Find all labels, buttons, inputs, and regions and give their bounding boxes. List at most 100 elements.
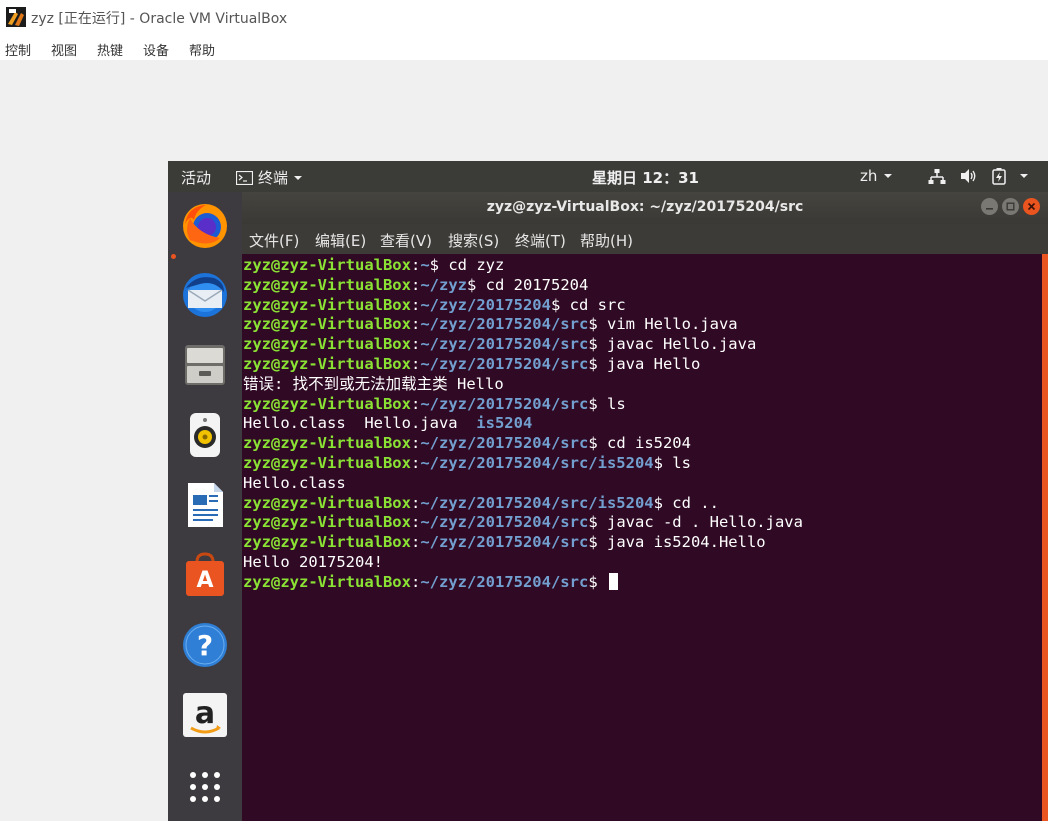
files-icon[interactable]: [180, 340, 230, 390]
input-method-label: zh: [860, 167, 878, 185]
terminal-line: zyz@zyz-VirtualBox:~/zyz/20175204/src/is…: [243, 454, 803, 474]
prompt-symbol: $: [588, 572, 598, 591]
prompt-path: ~/zyz/20175204/src/is5204: [420, 453, 654, 472]
menu-edit[interactable]: 编辑(E): [315, 230, 366, 251]
prompt-separator: :: [410, 354, 421, 373]
command-text: ls: [662, 453, 691, 472]
prompt-path: ~/zyz/20175204: [420, 295, 551, 314]
prompt-path: ~/zyz: [420, 275, 467, 294]
firefox-icon[interactable]: [180, 200, 230, 250]
prompt-path: ~/zyz/20175204/src: [420, 315, 589, 334]
prompt-user: zyz@zyz-VirtualBox: [243, 513, 411, 532]
prompt-path: ~/zyz/20175204/src: [420, 394, 589, 413]
menu-view[interactable]: 查看(V): [380, 230, 432, 251]
menu-search[interactable]: 搜索(S): [448, 230, 499, 251]
host-window-title: zyz [正在运行] - Oracle VM VirtualBox: [31, 11, 288, 27]
command-text: javac -d . Hello.java: [597, 513, 803, 532]
rhythmbox-icon[interactable]: [180, 410, 230, 460]
amazon-icon[interactable]: a: [180, 690, 230, 740]
command-text: cd zyz: [439, 256, 505, 274]
prompt-symbol: $: [429, 256, 440, 274]
activities-button[interactable]: 活动: [181, 167, 211, 188]
input-method-indicator[interactable]: zh: [860, 167, 893, 185]
output-text: Hello.class: [243, 473, 346, 492]
prompt-symbol: $: [467, 275, 477, 294]
svg-text:a: a: [195, 696, 215, 731]
close-button[interactable]: [1023, 198, 1040, 215]
prompt-separator: :: [410, 275, 421, 294]
terminal-output[interactable]: zyz@zyz-VirtualBox:~$ cd zyz zyz@zyz-Virt…: [242, 254, 1042, 821]
terminal-lines: zyz@zyz-VirtualBox:~$ cd zyz zyz@zyz-Virt…: [243, 256, 803, 593]
prompt-path: ~/zyz/20175204/src: [420, 513, 589, 532]
prompt-separator: :: [410, 513, 421, 532]
prompt-symbol: $: [550, 295, 561, 314]
host-menu-view[interactable]: 视图: [51, 40, 77, 59]
terminal-line: zyz@zyz-VirtualBox:~/zyz/20175204/src$ l…: [243, 395, 803, 415]
host-menu-help[interactable]: 帮助: [189, 40, 215, 59]
prompt-symbol: $: [588, 354, 598, 373]
prompt-path: ~/zyz/20175204/src/is5204: [420, 493, 654, 512]
menu-help[interactable]: 帮助(H): [580, 230, 633, 251]
ls-directory: is5204: [476, 414, 533, 433]
terminal-line: zyz@zyz-VirtualBox:~/zyz$ cd 20175204: [243, 276, 803, 296]
app-menu-label: 终端: [258, 169, 289, 187]
volume-icon[interactable]: [960, 168, 978, 184]
terminal-cursor: [609, 572, 618, 590]
prompt-path: ~: [420, 256, 430, 274]
chevron-down-icon: [294, 175, 303, 180]
svg-text:A: A: [196, 568, 213, 593]
command-text: java is5204.Hello: [597, 533, 766, 552]
app-menu-terminal[interactable]: 终端: [236, 167, 303, 188]
ls-files: Hello.class Hello.java: [243, 414, 477, 433]
ubuntu-dock: A ? a: [168, 192, 242, 821]
menu-terminal[interactable]: 终端(T): [515, 230, 566, 251]
prompt-symbol: $: [653, 493, 663, 512]
prompt-separator: :: [410, 315, 421, 334]
terminal-window: zyz@zyz-VirtualBox: ~/zyz/20175204/src 文…: [242, 192, 1048, 821]
host-menubar: 控制 视图 热键 设备 帮助: [0, 36, 1048, 60]
prompt-separator: :: [410, 533, 421, 552]
prompt-symbol: $: [588, 315, 598, 334]
terminal-line: Hello 20175204!: [243, 553, 803, 573]
minimize-button[interactable]: [981, 198, 998, 215]
terminal-line: zyz@zyz-VirtualBox:~/zyz/20175204/src$ j…: [243, 355, 803, 375]
chevron-down-icon: [884, 174, 893, 178]
prompt-user: zyz@zyz-VirtualBox: [243, 315, 411, 334]
terminal-line: Hello.class Hello.java is5204: [243, 414, 803, 434]
prompt-separator: :: [410, 295, 421, 314]
help-icon[interactable]: ?: [180, 620, 230, 670]
network-icon[interactable]: [928, 168, 946, 185]
prompt-separator: :: [410, 394, 421, 413]
prompt-path: ~/zyz/20175204/src: [420, 572, 589, 591]
command-text: cd is5204: [597, 434, 691, 453]
prompt-symbol: $: [653, 453, 663, 472]
output-text: 错误: 找不到或无法加载主类 Hello: [243, 374, 504, 393]
host-menu-control[interactable]: 控制: [5, 40, 31, 59]
show-applications-icon[interactable]: [180, 762, 230, 812]
libreoffice-writer-icon[interactable]: [180, 480, 230, 530]
host-titlebar: zyz [正在运行] - Oracle VM VirtualBox: [0, 0, 1048, 34]
prompt-separator: :: [410, 572, 421, 591]
prompt-user: zyz@zyz-VirtualBox: [243, 354, 411, 373]
maximize-button[interactable]: [1002, 198, 1019, 215]
prompt-user: zyz@zyz-VirtualBox: [243, 394, 411, 413]
terminal-scrollbar[interactable]: [1042, 254, 1048, 821]
thunderbird-icon[interactable]: [180, 270, 230, 320]
system-menu-chevron-down-icon[interactable]: [1019, 172, 1029, 180]
prompt-separator: :: [410, 256, 421, 274]
command-text: java Hello: [597, 354, 701, 373]
minimize-icon: [986, 208, 993, 210]
clock[interactable]: 星期日 12：31: [592, 167, 699, 188]
terminal-titlebar[interactable]: zyz@zyz-VirtualBox: ~/zyz/20175204/src: [242, 192, 1048, 224]
prompt-symbol: $: [588, 434, 598, 453]
ubuntu-software-icon[interactable]: A: [180, 550, 230, 600]
battery-charging-icon[interactable]: [992, 168, 1006, 185]
prompt-separator: :: [410, 434, 421, 453]
menu-file[interactable]: 文件(F): [249, 230, 299, 251]
host-menu-hotkeys[interactable]: 热键: [97, 40, 123, 59]
host-menu-devices[interactable]: 设备: [143, 40, 169, 59]
command-text: [598, 573, 607, 591]
command-text: javac Hello.java: [597, 335, 757, 354]
terminal-line: 错误: 找不到或无法加载主类 Hello: [243, 375, 803, 395]
prompt-path: ~/zyz/20175204/src: [420, 354, 589, 373]
